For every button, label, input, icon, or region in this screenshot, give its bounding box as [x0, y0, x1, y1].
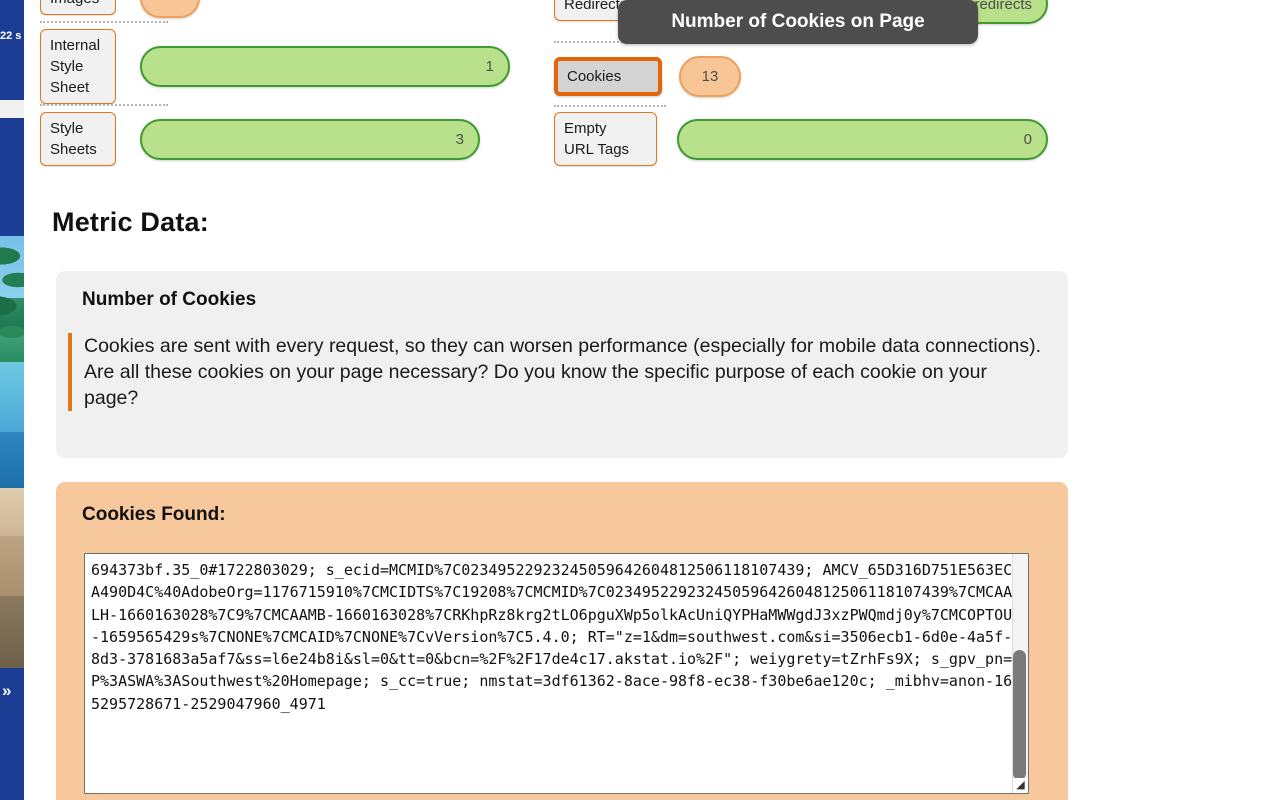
- metric-bar-cookies[interactable]: 13: [679, 56, 741, 97]
- background-website: 22 s a »: [0, 0, 24, 800]
- metric-bar-images[interactable]: [140, 0, 200, 18]
- background-nav-divider: [0, 100, 24, 118]
- background-nav-text: 22 s a: [0, 30, 24, 42]
- row-divider: [40, 21, 168, 23]
- textarea-resize-handle[interactable]: ◢: [1013, 778, 1028, 793]
- metric-description-card: Number of Cookies Cookies are sent with …: [56, 271, 1068, 458]
- metric-label-style-sheets[interactable]: Style Sheets: [40, 112, 116, 166]
- metric-bar-value-style-sheets: 3: [455, 130, 464, 148]
- cookies-found-card: Cookies Found: ◢: [56, 482, 1068, 800]
- cookies-textarea[interactable]: [84, 553, 1029, 794]
- metric-row-images: Images: [40, 0, 200, 18]
- metric-bar-value-internal-style-sheet: 1: [485, 58, 494, 75]
- metric-label-cookies[interactable]: Cookies: [554, 57, 662, 96]
- metric-row-internal-style-sheet: Internal Style Sheet 1: [40, 29, 510, 104]
- metric-label-internal-style-sheet[interactable]: Internal Style Sheet: [40, 29, 116, 104]
- metric-label-images[interactable]: Images: [40, 0, 116, 15]
- row-divider: [554, 105, 666, 107]
- row-divider: [40, 104, 168, 106]
- metrics-report-panel: Images Internal Style Sheet 1 Style Shee…: [24, 0, 1072, 800]
- chevron-right-icon: »: [2, 681, 12, 700]
- metric-bar-value-empty-url-tags: 0: [1023, 130, 1032, 148]
- background-site-nav: 22 s a: [0, 0, 24, 100]
- background-hero-band: [0, 118, 24, 236]
- metric-description-body: Cookies are sent with every request, so …: [68, 333, 1046, 411]
- metric-bar-empty-url-tags[interactable]: 0: [677, 118, 1048, 160]
- metric-bar-style-sheets[interactable]: 3: [140, 118, 480, 160]
- cookies-found-title: Cookies Found:: [82, 504, 226, 525]
- metric-row-cookies: Cookies 13: [554, 56, 741, 97]
- metric-bar-value-redirects: redirects: [974, 0, 1032, 13]
- cookies-tooltip: Number of Cookies on Page: [618, 0, 978, 44]
- palm-frond-decoration: [0, 236, 24, 416]
- metric-description-title: Number of Cookies: [82, 289, 257, 310]
- cookies-textarea-wrapper: ◢: [84, 553, 1029, 794]
- metric-bar-internal-style-sheet[interactable]: 1: [140, 46, 510, 87]
- metric-label-empty-url-tags[interactable]: Empty URL Tags: [554, 112, 657, 166]
- metric-data-heading: Metric Data:: [52, 207, 209, 237]
- metric-row-style-sheets: Style Sheets 3: [40, 112, 480, 166]
- metric-bar-value-cookies: 13: [701, 68, 719, 85]
- metric-row-empty-url-tags: Empty URL Tags 0: [554, 112, 1048, 166]
